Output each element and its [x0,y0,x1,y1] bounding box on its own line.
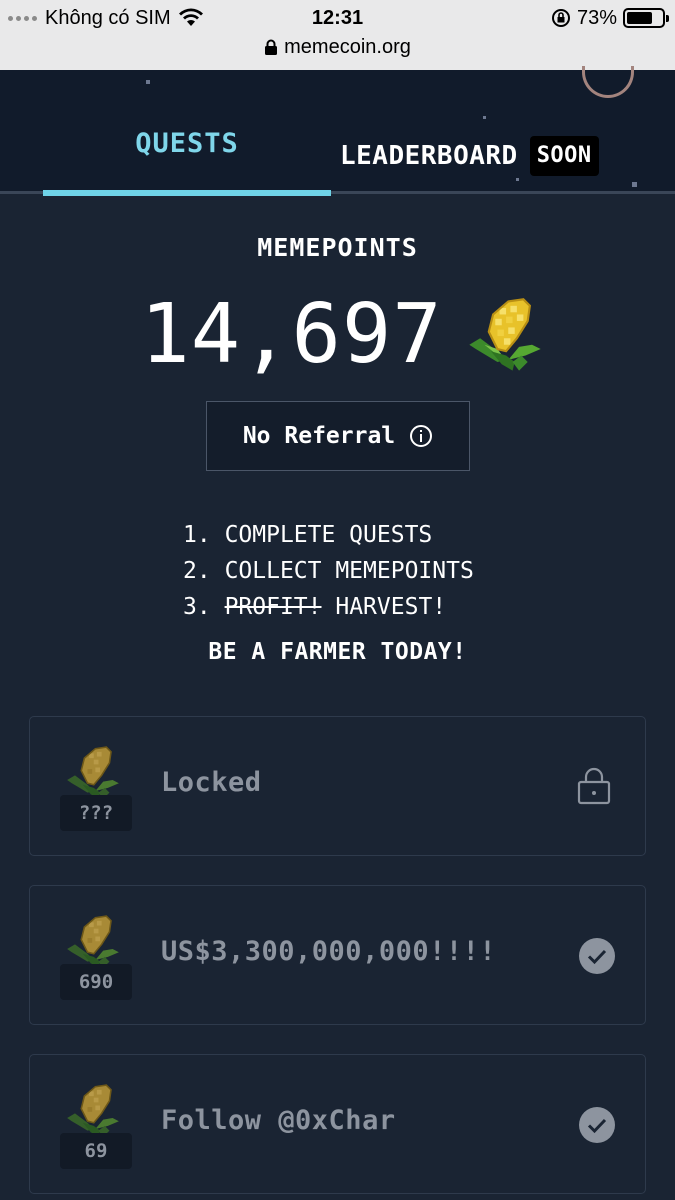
corn-icon [66,1084,120,1138]
lock-icon [577,767,611,805]
referral-label: No Referral [242,423,396,449]
check-circle-icon [579,938,615,974]
corn-icon [66,746,120,800]
quests-panel: MEMEPOINTS 14,697 No Referral 1. COMPLET… [0,197,675,1200]
browser-status-bar: Không có SIM 12:31 73% memecoin.org [0,0,675,70]
quest-reward: 690 [60,912,132,1000]
step-number: 1. [183,522,211,548]
step-text: COMPLETE QUESTS [224,522,433,548]
step-number: 2. [183,558,211,584]
step-item: 1. COMPLETE QUESTS [183,517,474,553]
check-circle-icon [579,1107,615,1143]
memepoints-label: MEMEPOINTS [257,233,418,262]
avatar[interactable] [582,66,634,98]
corn-icon [66,915,120,969]
quest-card[interactable]: 69 Follow @0xChar [29,1054,646,1194]
step-struck-text: PROFIT! [224,594,322,620]
rotation-lock-icon [551,9,570,27]
battery-status: 73% [551,6,669,30]
padlock-icon [265,39,278,55]
step-text: HARVEST! [335,594,447,620]
background-star [146,80,150,84]
tagline: BE A FARMER TODAY! [208,639,467,665]
memepoints-display: 14,697 [0,287,675,382]
memepoints-value: 14,697 [140,287,443,382]
quest-title: US$3,300,000,000!!!! [161,936,497,967]
quest-card-locked[interactable]: ??? Locked [29,716,646,856]
quest-reward: 69 [60,1081,132,1169]
steps-list: 1. COMPLETE QUESTS 2. COLLECT MEMEPOINTS… [183,517,474,625]
tab-leaderboard-label: LEADERBOARD [340,141,518,171]
top-navigation: QUESTS LEADERBOARD SOON [0,66,675,194]
corn-icon [467,297,542,372]
step-text: COLLECT MEMEPOINTS [224,558,474,584]
quest-reward: ??? [60,743,132,831]
reward-points: 69 [60,1133,132,1169]
reward-points: 690 [60,964,132,1000]
reward-points: ??? [60,795,132,831]
referral-button[interactable]: No Referral [206,401,470,471]
quest-title: Follow @0xChar [161,1105,396,1136]
active-tab-indicator [43,190,331,196]
background-star [632,182,637,187]
quest-title: Locked [161,767,262,798]
tab-leaderboard[interactable]: LEADERBOARD SOON [340,136,599,176]
info-icon[interactable] [409,424,433,448]
url-text[interactable]: memecoin.org [284,36,411,59]
background-star [483,116,486,119]
soon-badge: SOON [529,136,599,176]
battery-icon [623,8,669,28]
quest-card[interactable]: 690 US$3,300,000,000!!!! [29,885,646,1025]
step-number: 3. [183,594,211,620]
tab-quests-label: QUESTS [135,128,239,159]
step-item: 3. PROFIT! HARVEST! [183,589,474,625]
tab-quests[interactable]: QUESTS [43,128,331,188]
background-star [516,178,519,181]
battery-percent: 73% [576,6,617,29]
url-bar[interactable]: memecoin.org [0,34,675,60]
step-item: 2. COLLECT MEMEPOINTS [183,553,474,589]
